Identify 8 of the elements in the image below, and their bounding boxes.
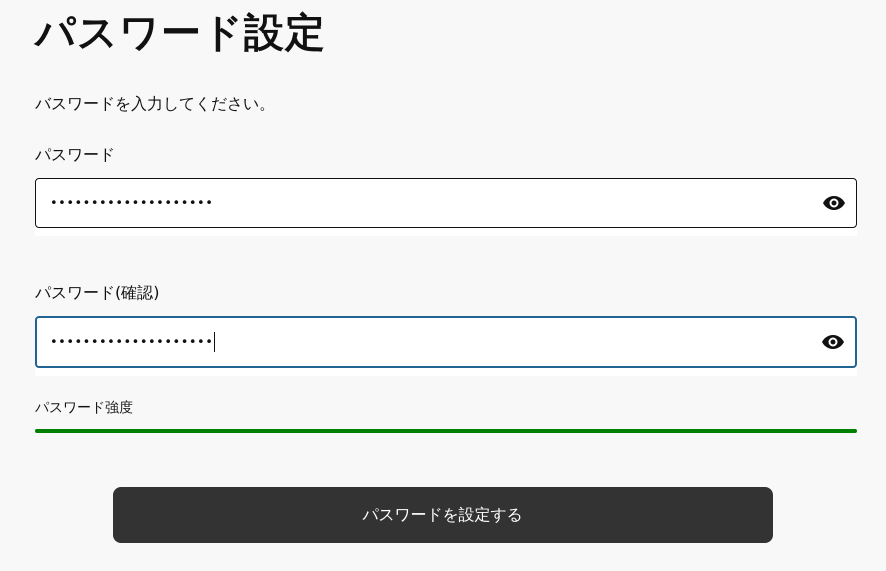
- password-field[interactable]: ••••••••••••••••••••: [35, 316, 857, 368]
- instruction-text: バスワードを入力してください。: [35, 93, 276, 115]
- strength-label: パスワード強度: [35, 399, 134, 418]
- field-label: パスワード: [35, 144, 116, 166]
- field-label: パスワード(確認): [35, 282, 160, 304]
- password-field[interactable]: ••••••••••••••••••••: [35, 178, 857, 228]
- page-title: パスワード設定: [35, 9, 327, 57]
- set-password-button[interactable]: パスワードを設定する: [112, 487, 772, 543]
